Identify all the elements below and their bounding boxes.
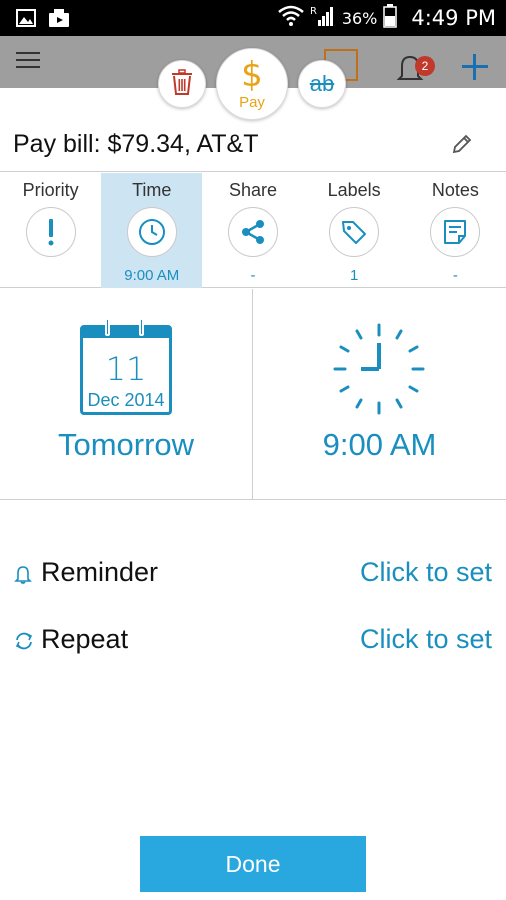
clock-face-icon — [333, 323, 425, 415]
repeat-label: Repeat — [41, 624, 129, 654]
strikethrough-icon: ab — [309, 71, 335, 96]
repeat-set-link[interactable]: Click to set — [360, 624, 492, 655]
repeat-icon — [14, 631, 34, 656]
tab-time[interactable]: Time 9:00 AM — [101, 173, 203, 288]
wifi-icon — [278, 5, 304, 32]
tab-priority[interactable]: Priority — [0, 173, 101, 288]
clock-time: 4:49 PM — [411, 6, 496, 30]
pay-label: Pay — [239, 93, 265, 111]
tab-label: Notes — [431, 180, 479, 200]
time-label: 9:00 AM — [322, 427, 437, 462]
share-icon — [227, 207, 278, 257]
reminder-set-link[interactable]: Click to set — [360, 557, 492, 588]
battery-icon — [383, 3, 398, 33]
date-time-row: 11 Dec 2014 Tomorrow 9:00 AM — [0, 289, 506, 500]
tab-value: - — [250, 267, 256, 284]
tab-label: Share — [228, 180, 277, 200]
trash-icon — [171, 68, 193, 100]
tab-share[interactable]: Share - — [202, 173, 303, 288]
exclamation-icon — [25, 207, 76, 257]
repeat-row[interactable]: Repeat Click to set — [0, 619, 506, 663]
menu-icon[interactable] — [14, 46, 42, 79]
date-picker[interactable]: 11 Dec 2014 Tomorrow — [0, 289, 253, 499]
video-icon — [48, 8, 70, 33]
tag-icon — [329, 207, 380, 257]
tab-label: Labels — [327, 180, 381, 200]
mark-done-button[interactable]: ab — [298, 60, 346, 108]
tab-notes[interactable]: Notes - — [405, 173, 506, 288]
time-picker[interactable]: 9:00 AM — [253, 289, 506, 499]
delete-button[interactable] — [158, 60, 206, 108]
clock-icon — [126, 207, 177, 257]
date-label: Tomorrow — [57, 427, 195, 462]
status-bar: R 36% 4:49 PM — [0, 0, 506, 36]
add-icon[interactable] — [460, 52, 490, 87]
property-tabs: Priority Time 9:00 AM Share - Labels 1 N… — [0, 173, 506, 288]
gallery-icon — [16, 8, 36, 33]
signal-icon: R — [310, 5, 336, 32]
tab-labels[interactable]: Labels 1 — [304, 173, 405, 288]
calendar-day: 11 — [105, 350, 147, 388]
notification-badge: 2 — [415, 56, 435, 76]
pencil-icon[interactable] — [450, 132, 474, 161]
dollar-icon: $ — [241, 54, 263, 95]
task-title-row: Pay bill: $79.34, AT&T — [0, 118, 506, 172]
tab-label: Priority — [22, 180, 79, 200]
done-button[interactable]: Done — [140, 836, 366, 892]
tab-label: Time — [132, 180, 172, 200]
svg-text:R: R — [310, 6, 317, 17]
tab-value: - — [452, 267, 458, 284]
reminder-label: Reminder — [41, 557, 159, 587]
reminder-row[interactable]: Reminder Click to set — [0, 552, 506, 596]
battery-percent: 36% — [341, 8, 378, 28]
note-icon — [430, 207, 481, 257]
tab-value: 9:00 AM — [124, 267, 180, 284]
task-title[interactable]: Pay bill: $79.34, AT&T — [13, 130, 259, 159]
tab-value: 1 — [349, 267, 359, 284]
bell-icon — [14, 564, 32, 589]
pay-button[interactable]: $ Pay — [216, 48, 288, 120]
calendar-month-year: Dec 2014 — [87, 390, 165, 410]
calendar-icon: 11 Dec 2014 — [80, 318, 172, 415]
screen: R 36% 4:49 PM 2 $ Pay ab Pay bill: $79.3… — [0, 0, 506, 900]
